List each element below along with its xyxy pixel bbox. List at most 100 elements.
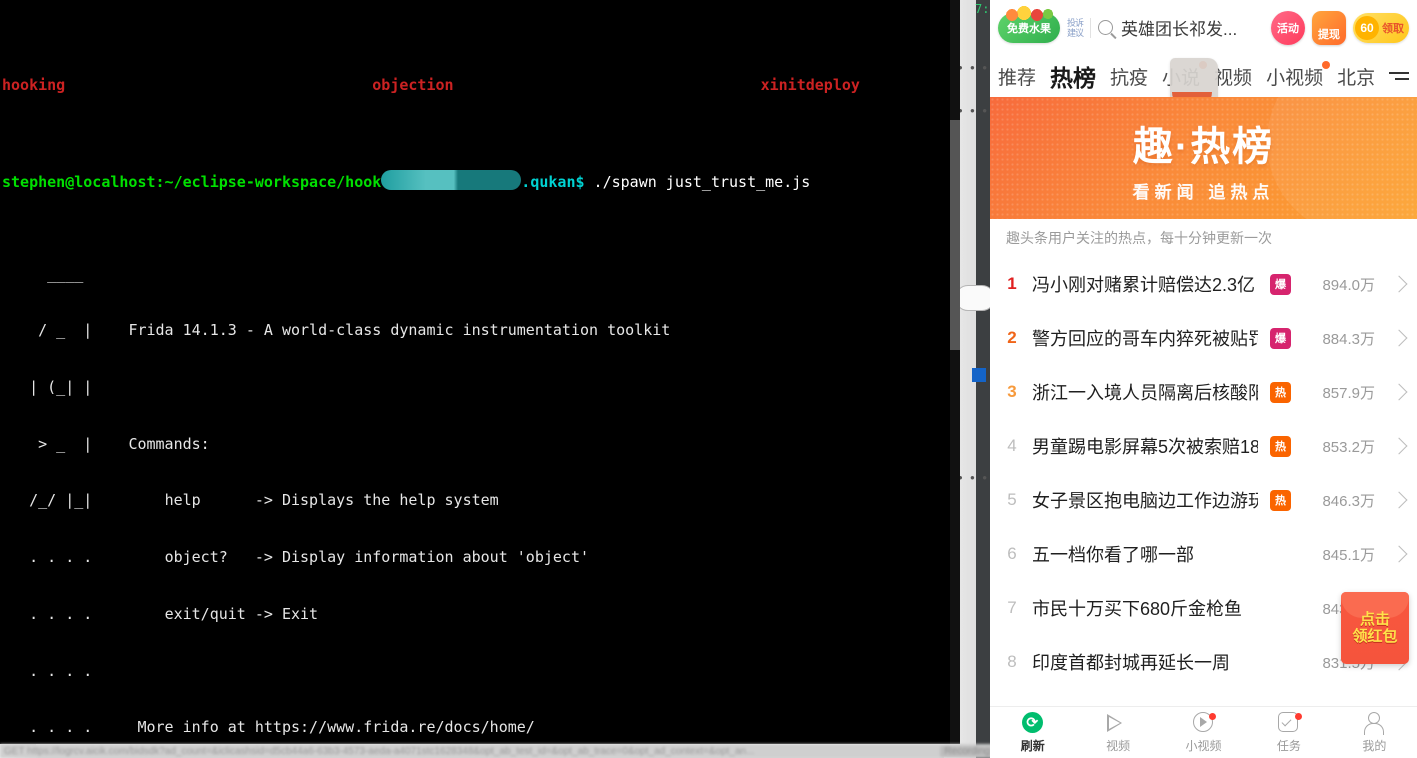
mobile-app-panel[interactable]: 免费水果 投诉 建议 英雄团长祁发... 活动 提现 60 领取 推荐 热榜 抗疫小…: [990, 0, 1417, 758]
rank-row[interactable]: 5 女子景区抱电脑边工作边游玩热 846.3万: [990, 473, 1417, 527]
rank-title[interactable]: 印度首都封城再延长一周: [1032, 649, 1258, 675]
banner-cmd-exit: exit/quit -> Exit: [164, 604, 319, 623]
app-tab-bar[interactable]: 推荐 热榜 抗疫 小说 视频 小视频 北京: [990, 55, 1417, 97]
hot-rank-list[interactable]: 1冯小刚对赌累计赔偿达2.3亿爆894.0万2警方回应的哥车内猝死被贴罚单爆88…: [990, 257, 1417, 743]
tab-5[interactable]: 视频: [1214, 63, 1252, 90]
hot-tag-badge: [1270, 652, 1291, 673]
rank-number: 5: [1007, 490, 1017, 509]
hot-tag-badge: 热: [1270, 489, 1291, 511]
rank-title[interactable]: 警方回应的哥车内猝死被贴罚单: [1032, 325, 1258, 351]
banner-art-4: /_/ |_|: [2, 491, 93, 510]
free-fruit-label: 免费水果: [1007, 22, 1051, 35]
chevron-right-icon: [1390, 491, 1408, 509]
refresh-icon-glyph: ⟳: [1021, 711, 1043, 733]
banner-art-6: . . . .: [2, 604, 93, 623]
desktop-ellipsis-1: • • •: [958, 60, 989, 75]
rank-title[interactable]: 浙江一入境人员隔离后核酸阳性: [1032, 379, 1258, 405]
tab-4[interactable]: 小说: [1162, 60, 1208, 90]
banner-more-info: More info at https://www.frida.re/docs/h…: [137, 718, 535, 737]
banner-line-5: . . . . object? -> Display information a…: [2, 548, 958, 567]
tab-badge-dot-icon: [1322, 60, 1331, 69]
tab-label[interactable]: 视频: [1214, 68, 1252, 89]
tab-6[interactable]: 小视频: [1266, 60, 1331, 90]
hero-title: 趣·热榜: [1132, 124, 1275, 169]
tab-label[interactable]: 抗疫: [1110, 68, 1148, 89]
nav-item-5[interactable]: 我的: [1332, 707, 1417, 758]
banner-cmd-object: object? -> Display information about 'ob…: [164, 548, 590, 567]
terminal-tab-xinitdeploy[interactable]: xinitdeploy: [761, 76, 860, 94]
nav-badge-dot-icon: [1294, 713, 1302, 720]
nav-item-label: 我的: [1362, 738, 1387, 753]
banner-cmd-help: help -> Displays the help system: [164, 491, 499, 510]
activity-icon[interactable]: 活动: [1271, 10, 1305, 45]
coin-claim-button[interactable]: 60 领取: [1353, 12, 1409, 43]
rank-row[interactable]: 1 冯小刚对赌累计赔偿达2.3亿爆 894.0万: [990, 257, 1417, 311]
tab-7[interactable]: 北京: [1337, 63, 1375, 90]
terminal-command: ./spawn just_trust_me.js: [593, 173, 811, 192]
chevron-right-icon: [1390, 437, 1408, 455]
tab-1[interactable]: 推荐: [998, 63, 1036, 90]
red-packet-line1: 点击: [1359, 611, 1390, 628]
rank-title[interactable]: 女子景区抱电脑边工作边游玩: [1032, 487, 1258, 513]
recording-badge: Recording: [940, 745, 994, 757]
rank-row[interactable]: 2 警方回应的哥车内猝死被贴罚单爆 884.3万: [990, 311, 1417, 365]
tab-badge-dot-icon: [1199, 60, 1208, 69]
tab-label[interactable]: 推荐: [998, 68, 1036, 89]
tab-2[interactable]: 热榜: [1050, 59, 1096, 93]
rank-row[interactable]: 4 男童踢电影屏幕5次被索赔18万? 热 853.2万: [990, 419, 1417, 473]
banner-art-2: | (_| |: [2, 378, 93, 397]
rank-row[interactable]: 6 五一档你看了哪一部 845.1万: [990, 527, 1417, 581]
nav-item-4[interactable]: 任务: [1246, 707, 1331, 758]
terminal-scrollbar-thumb[interactable]: [950, 120, 960, 350]
rank-row[interactable]: 3 浙江一入境人员隔离后核酸阳性热 857.9万: [990, 365, 1417, 419]
chevron-right-icon: [1390, 545, 1408, 563]
tab-label[interactable]: 小说: [1162, 68, 1200, 89]
hot-list-subnote: 趣头条用户关注的热点，每十分钟更新一次: [990, 219, 1417, 257]
desktop-blue-marker: [972, 368, 986, 382]
hot-tag-badge: [1270, 544, 1291, 565]
red-packet-float-button[interactable]: 点击 领红包: [1341, 592, 1409, 664]
search-query-text: 英雄团长祁发...: [1121, 20, 1238, 39]
rank-title[interactable]: 市民十万买下680斤金枪鱼: [1032, 595, 1258, 621]
feedback-tag[interactable]: 投诉 建议: [1067, 17, 1084, 38]
tab-label[interactable]: 北京: [1337, 68, 1375, 89]
banner-line-6: . . . . exit/quit -> Exit: [2, 605, 958, 624]
terminal-tab-hooking[interactable]: hooking: [2, 76, 65, 94]
terminal-tab-objection[interactable]: objection: [372, 76, 453, 94]
terminal-scrollbar-track[interactable]: [950, 0, 960, 744]
nav-item-2[interactable]: 视频: [1075, 707, 1160, 758]
tab-label[interactable]: 热榜: [1050, 65, 1096, 91]
nav-item-label: 任务: [1276, 738, 1301, 753]
screen-root: 7: • • • • • • • • • hooking objection x…: [0, 0, 1417, 758]
desktop-ellipsis-2: • • •: [958, 103, 989, 118]
banner-art-3: > _ |: [2, 434, 93, 453]
feedback-tag-line1: 投诉: [1067, 17, 1084, 28]
channel-menu-icon[interactable]: [1389, 68, 1410, 84]
rank-title[interactable]: 冯小刚对赌累计赔偿达2.3亿: [1032, 271, 1258, 297]
banner-art-8: . . . .: [2, 718, 93, 737]
rank-number: 8: [1007, 652, 1017, 671]
hot-list-hero-banner: 趣·热榜 看新闻 追热点: [990, 97, 1417, 219]
status-bar-url: GET https://logrcv.aicik.com/bidsdk?ad_c…: [4, 745, 755, 757]
rank-number: 1: [1007, 274, 1017, 293]
banner-commands-header: Commands:: [128, 434, 210, 453]
rank-view-count: 894.0万: [1322, 276, 1375, 294]
withdraw-icon[interactable]: 提现: [1312, 10, 1346, 45]
app-bottom-nav[interactable]: ⟳ 刷新 视频 小视频 任务 我的: [990, 706, 1417, 758]
tab-label[interactable]: 小视频: [1266, 68, 1323, 89]
chevron-right-icon: [1390, 383, 1408, 401]
rank-title[interactable]: 男童踢电影屏幕5次被索赔18万?: [1032, 433, 1258, 459]
terminal-tab-row[interactable]: hooking objection xinitdeploy: [2, 76, 958, 95]
free-fruit-badge[interactable]: 免费水果: [998, 5, 1060, 43]
nav-item-label: 刷新: [1020, 738, 1045, 753]
terminal-window[interactable]: hooking objection xinitdeploy stephen@lo…: [0, 0, 960, 744]
nav-item-1[interactable]: ⟳ 刷新: [990, 707, 1075, 758]
search-input[interactable]: 英雄团长祁发...: [1098, 15, 1264, 40]
nav-item-3[interactable]: 小视频: [1161, 707, 1246, 758]
rank-title[interactable]: 五一档你看了哪一部: [1032, 541, 1258, 567]
terminal-prompt-line: stephen@localhost:~/eclipse-workspace/ho…: [2, 170, 958, 192]
coin-claim-label: 领取: [1382, 22, 1404, 35]
banner-line-3: > _ | Commands:: [2, 435, 958, 454]
tab-3[interactable]: 抗疫: [1110, 63, 1148, 90]
refresh-icon: ⟳: [1021, 711, 1044, 734]
